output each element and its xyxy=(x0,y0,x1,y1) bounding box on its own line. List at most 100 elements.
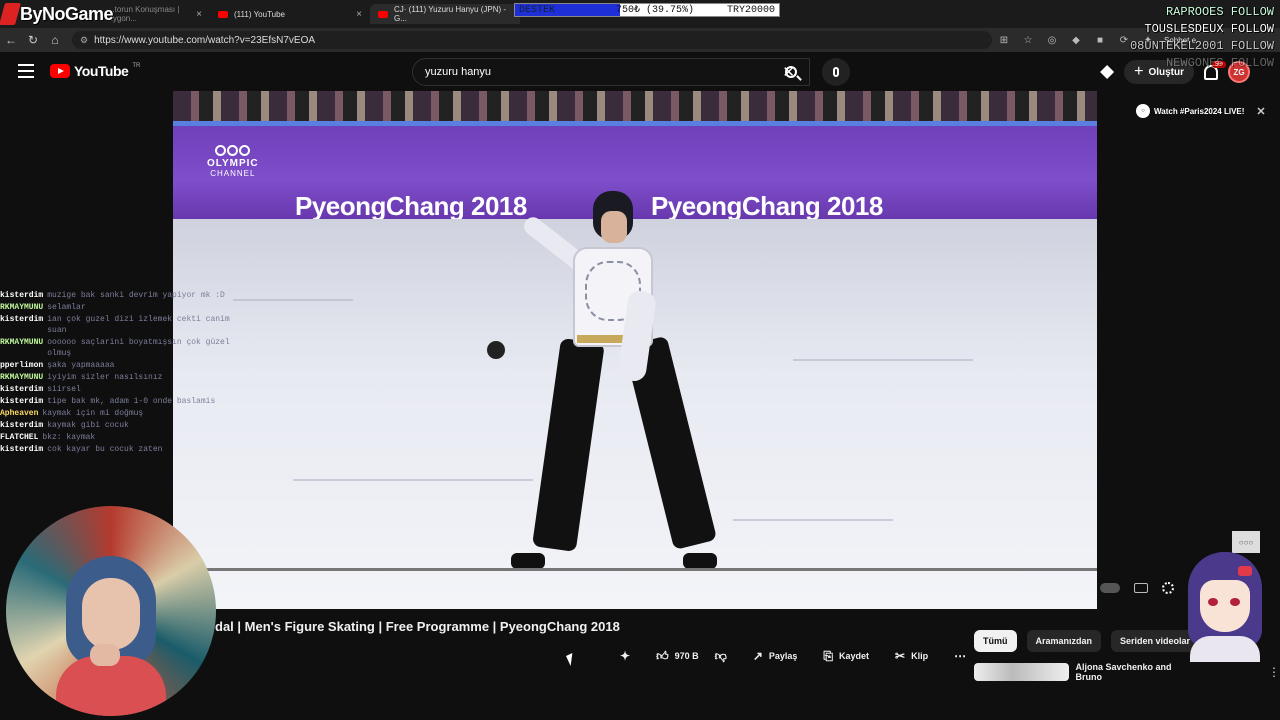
close-icon[interactable]: ✕ xyxy=(1256,105,1265,118)
share-icon: ↗ xyxy=(752,649,763,663)
settings-gear-icon[interactable] xyxy=(1162,582,1174,594)
tab-label: CJ· (111) Yuzuru Hanyu (JPN) - G... xyxy=(394,5,507,23)
stream-chat-overlay: kisterdim muzige bak sanki devrim yapiyor… xyxy=(0,290,230,456)
save-button[interactable]: ⎘ Kaydet xyxy=(815,645,877,667)
browser-tab-strip: ByNoGame ...torun Konuşması | Zygon... ×… xyxy=(0,0,1280,28)
browser-tab[interactable]: (111) YouTube × xyxy=(210,4,370,24)
like-button[interactable]: 👍︎ 970 B xyxy=(648,645,707,667)
video-progress-bar[interactable] xyxy=(173,568,1097,571)
chat-text: selamlar xyxy=(47,303,86,312)
youtube-favicon-icon xyxy=(218,10,228,18)
chat-username: RKMAYMUNU xyxy=(0,373,44,382)
chat-message: RKMAYMUNU iyiyim sizler nasılsınız xyxy=(0,372,230,383)
chat-text: kaymak için mi doğmuş xyxy=(42,409,144,418)
more-horizontal-icon: ⋯ xyxy=(954,649,967,663)
chat-message: pperlimon şaka yapmaaaaa xyxy=(0,360,230,371)
clip-label: Klip xyxy=(911,651,929,661)
search-icon xyxy=(785,66,797,78)
olympic-channel-watermark: OLYMPIC CHANNEL xyxy=(207,145,259,178)
olympic-rings-icon xyxy=(207,145,259,156)
voice-search-button[interactable] xyxy=(822,58,850,86)
chat-message: Apheaven kaymak için mi doğmuş xyxy=(0,408,230,419)
share-button[interactable]: ↗ Paylaş xyxy=(745,645,806,667)
browser-tab[interactable]: ...torun Konuşması | Zygon... × xyxy=(100,4,210,24)
youtube-logo[interactable]: YouTube TR xyxy=(50,63,140,79)
chip-all[interactable]: Tümü xyxy=(974,630,1017,652)
promo-banner[interactable]: ○ Watch #Paris2024 LIVE! ✕ xyxy=(1136,104,1266,118)
video-player[interactable]: OLYMPIC CHANNEL PyeongChang 2018 PyeongC… xyxy=(173,91,1097,609)
like-dislike-group: 👍︎ 970 B 👎︎ xyxy=(648,645,735,667)
scissors-icon: ✂ xyxy=(895,649,906,663)
player-controls xyxy=(1100,582,1174,594)
more-actions-button[interactable]: ⋯ xyxy=(946,645,974,667)
chat-username: kisterdim xyxy=(0,315,44,324)
streamer-webcam xyxy=(6,506,216,716)
extension-icon[interactable]: ✦ xyxy=(612,645,638,667)
thumbs-down-icon: 👎︎ xyxy=(714,648,727,663)
chat-message: kisterdim siirsel xyxy=(0,384,230,395)
olympic-rings-icon: ○○○ xyxy=(1232,531,1260,553)
extension-icon[interactable]: ◆ xyxy=(1064,35,1088,46)
close-tab-icon[interactable]: × xyxy=(356,9,362,20)
bookmark-star-icon[interactable]: ☆ xyxy=(1016,35,1040,46)
autoplay-toggle[interactable] xyxy=(1100,583,1120,593)
chat-text: oooooo saçlarini boyatmışsın çok güzel o… xyxy=(47,338,230,358)
site-info-icon[interactable]: ⚙ xyxy=(80,35,88,46)
video-actions: ✦ 👍︎ 970 B 👎︎ ↗ Paylaş ⎘ Kaydet ✂ Klip ⋯ xyxy=(612,645,974,667)
chat-username: Apheaven xyxy=(0,409,39,418)
dislike-button[interactable]: 👎︎ xyxy=(707,645,735,667)
chat-username: RKMAYMUNU xyxy=(0,303,44,312)
chip-from-search[interactable]: Aramanızdan xyxy=(1026,630,1102,652)
recommended-thumbnail[interactable] xyxy=(974,663,1070,681)
extension-icon[interactable]: ◎ xyxy=(1040,35,1064,46)
search-box[interactable]: yuzuru hanyu ✕ xyxy=(412,58,810,86)
thumbs-up-icon: 👍︎ xyxy=(656,648,669,663)
extension-icon[interactable]: ■ xyxy=(1088,35,1112,46)
extension-puzzle-icon[interactable] xyxy=(1100,65,1115,79)
search-button[interactable] xyxy=(772,58,810,86)
more-vertical-icon[interactable]: ⋮ xyxy=(1268,665,1280,679)
browser-tab-active[interactable]: CJ· (111) Yuzuru Hanyu (JPN) - G... xyxy=(370,4,520,24)
chat-message: FLATCHEL bkz: kaymak xyxy=(0,432,230,443)
close-tab-icon[interactable]: × xyxy=(196,9,202,20)
donation-goal-bar: DESTEK 750₺ (39.75%) TRY20000 xyxy=(514,3,780,17)
skater-figure xyxy=(473,191,733,591)
stream-logo-text: ByNoGame xyxy=(20,3,114,24)
related-filter-chips: Tümü Aramanızdan Seriden videolar xyxy=(974,630,1200,652)
like-count: 970 B xyxy=(674,651,699,661)
recommended-video[interactable]: Aljona Savchenko and Bruno ⋮ xyxy=(974,662,1280,682)
chat-message: kisterdim kaymak gibi cocuk xyxy=(0,420,230,431)
follow-alert: 08UNTEKEL2001 FOLLOW xyxy=(1129,39,1274,53)
youtube-wordmark: YouTube xyxy=(74,63,129,79)
url-text: https://www.youtube.com/watch?v=23EfsN7v… xyxy=(94,34,316,46)
chat-message: kisterdim muzige bak sanki devrim yapiyor… xyxy=(0,290,230,301)
youtube-play-icon xyxy=(50,64,70,78)
bookmark-icon: ⎘ xyxy=(823,648,834,663)
video-crowd xyxy=(173,91,1097,125)
chat-username: kisterdim xyxy=(0,385,44,394)
address-bar[interactable]: ⚙ https://www.youtube.com/watch?v=23EfsN… xyxy=(72,31,992,49)
chat-username: pperlimon xyxy=(0,361,44,370)
screen: ByNoGame ...torun Konuşması | Zygon... ×… xyxy=(0,0,1280,720)
chat-text: ian çok guzel dizi izlemek cekti canim s… xyxy=(47,315,230,335)
youtube-favicon-icon xyxy=(378,10,388,18)
chat-message: kisterdim tipe bak mk, adam 1-0 onde basl… xyxy=(0,396,230,407)
search-input[interactable]: yuzuru hanyu xyxy=(425,66,491,78)
chat-text: muzige bak sanki devrim yapiyor mk :D xyxy=(47,291,225,300)
video-progress-played xyxy=(173,568,1097,571)
browser-toolbar: ← ↻ ⌂ ⚙ https://www.youtube.com/watch?v=… xyxy=(0,28,1280,52)
install-icon[interactable]: ⊞ xyxy=(992,35,1016,46)
back-icon[interactable]: ← xyxy=(0,33,22,47)
youtube-masthead: YouTube TR yuzuru hanyu ✕ + Oluştur 9+ Z… xyxy=(0,52,1280,92)
reload-icon[interactable]: ↻ xyxy=(22,33,44,47)
recommended-title[interactable]: Aljona Savchenko and Bruno xyxy=(1075,662,1184,682)
home-icon[interactable]: ⌂ xyxy=(44,33,66,47)
tab-label: (111) YouTube xyxy=(234,9,286,19)
clip-button[interactable]: ✂ Klip xyxy=(887,645,936,667)
country-code: TR xyxy=(132,63,141,69)
hamburger-menu-icon[interactable] xyxy=(18,64,34,78)
follow-alert: TOUSLESDEUX FOLLOW xyxy=(1144,22,1274,36)
subtitles-icon[interactable] xyxy=(1134,583,1148,593)
donation-goal: TRY20000 xyxy=(726,4,775,16)
promo-text: Watch #Paris2024 LIVE! xyxy=(1154,106,1245,116)
